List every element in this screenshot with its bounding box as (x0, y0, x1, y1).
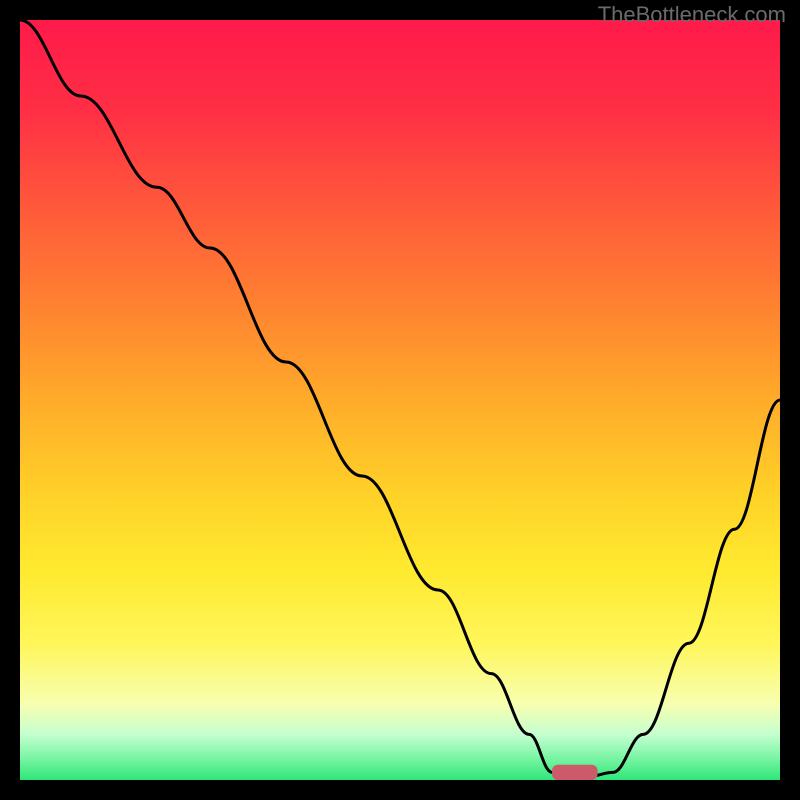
chart-plot-area (20, 20, 780, 780)
chart-background (20, 20, 780, 780)
chart-svg (20, 20, 780, 780)
optimal-point-marker (552, 765, 598, 780)
watermark-text: TheBottleneck.com (598, 2, 786, 28)
